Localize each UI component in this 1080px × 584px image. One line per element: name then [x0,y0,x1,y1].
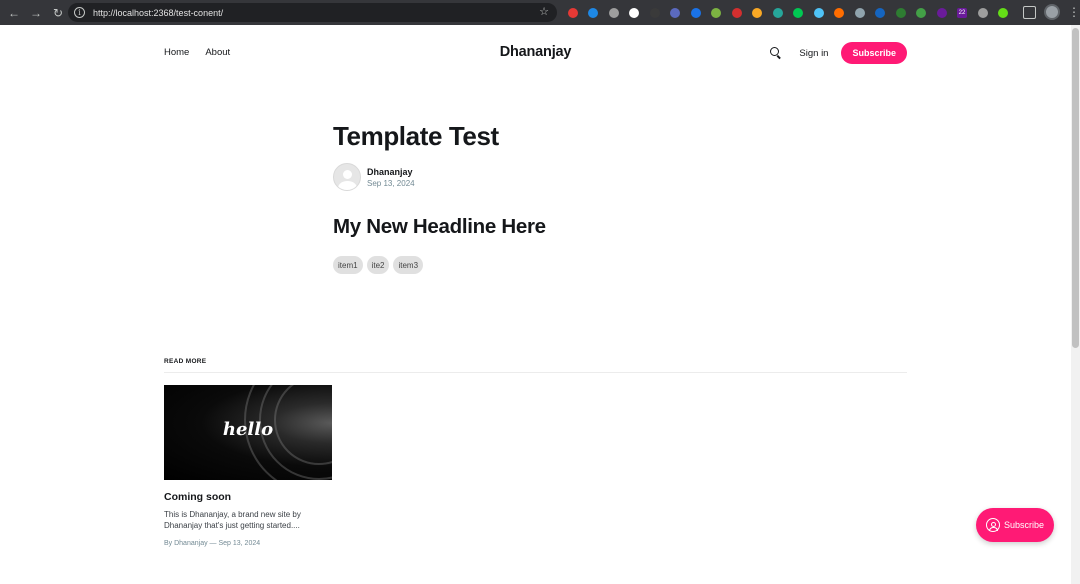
extension-icon[interactable] [606,5,621,20]
chip-item: item3 [393,256,424,274]
extension-icon[interactable] [668,5,683,20]
extension-icon[interactable]: 22 [955,5,970,20]
subscribe-button[interactable]: Subscribe [841,42,907,64]
extension-icon[interactable] [791,5,806,20]
extension-icon[interactable] [688,5,703,20]
chip-item: item1 [333,256,363,274]
extension-icon[interactable] [893,5,908,20]
address-bar[interactable]: i http://localhost:2368/test-conent/ ☆ [68,3,557,22]
extension-badge: 22 [957,7,967,18]
post-card-title[interactable]: Coming soon [164,491,332,503]
chip-item: ite2 [366,256,390,274]
extension-icon[interactable] [934,5,949,20]
extension-icon[interactable] [770,5,785,20]
site-title[interactable]: Dhananjay [0,44,1071,60]
search-icon[interactable] [769,46,783,60]
extensions-bar: 22 [565,5,1016,20]
portal-subscribe-label: Subscribe [1003,520,1045,530]
forward-arrow-icon[interactable]: → [26,3,46,23]
extension-icon[interactable] [811,5,826,20]
site-info-icon[interactable]: i [74,7,85,18]
extension-icon[interactable] [750,5,765,20]
post-card-image-text: hello [222,419,274,440]
post-card-excerpt: This is Dhananjay, a brand new site by D… [164,510,301,530]
author-name[interactable]: Dhananjay [367,167,415,177]
back-arrow-icon[interactable]: ← [4,3,24,23]
post-card-meta: By Dhananjay — Sep 13, 2024 [164,540,261,547]
site-actions: Sign in Subscribe [769,42,907,64]
reload-icon[interactable]: ↻ [48,3,68,23]
extension-icon[interactable] [852,5,867,20]
extension-icon[interactable] [975,5,990,20]
item-chips: item1 ite2 item3 [333,256,424,274]
url-text: http://localhost:2368/test-conent/ [93,7,224,18]
extension-icon[interactable] [832,5,847,20]
bookmark-star-icon[interactable]: ☆ [539,5,549,18]
extension-icon[interactable] [996,5,1011,20]
article-byline: Dhananjay Sep 13, 2024 [333,163,415,191]
article-title: Template Test [333,121,499,151]
extension-icon[interactable] [873,5,888,20]
chrome-menu-icon[interactable]: ⋮ [1068,6,1080,18]
portal-subscribe-button[interactable]: Subscribe [976,508,1054,542]
extension-icon[interactable] [647,5,662,20]
profile-avatar-icon[interactable] [1044,4,1060,20]
page-scrollbar[interactable] [1071,25,1080,584]
extension-icon[interactable] [729,5,744,20]
user-icon [985,518,1000,532]
post-card-image[interactable]: hello [164,385,332,480]
sign-in-link[interactable]: Sign in [799,48,828,59]
read-more-heading: READ MORE [164,358,207,365]
scrollbar-thumb[interactable] [1072,28,1079,348]
browser-toolbar: ← → ↻ i http://localhost:2368/test-conen… [0,0,1080,25]
author-avatar[interactable] [333,163,361,191]
post-card[interactable]: hello Coming soon This is Dhananjay, a b… [164,385,332,547]
section-divider [164,372,907,373]
extension-icon[interactable] [586,5,601,20]
page-viewport: Home About Dhananjay Sign in Subscribe T… [0,25,1071,584]
post-date: Sep 13, 2024 [367,178,415,188]
extension-icon[interactable] [565,5,580,20]
article-headline: My New Headline Here [333,215,546,238]
extension-icon[interactable] [914,5,929,20]
extensions-puzzle-icon[interactable] [1023,5,1036,19]
extension-icon[interactable] [709,5,724,20]
extension-icon[interactable] [627,5,642,20]
